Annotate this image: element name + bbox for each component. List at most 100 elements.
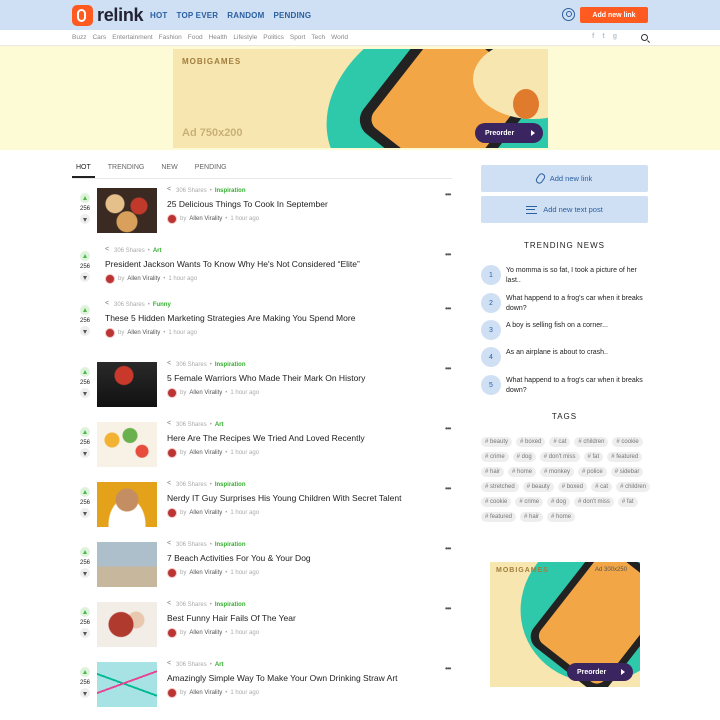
tag-chip[interactable]: # featured — [607, 452, 643, 462]
tag-chip[interactable]: # beauty — [481, 437, 513, 447]
more-options-icon[interactable]: ••• — [445, 304, 451, 313]
trending-item[interactable]: 3 A boy is selling fish on a corner... — [481, 320, 648, 342]
post-item[interactable]: 256306 Shares•ArtAmazingly Simple Way To… — [72, 660, 452, 710]
tag-chip[interactable]: # hair — [481, 467, 505, 477]
downvote-icon[interactable] — [80, 628, 90, 638]
trending-title[interactable]: A boy is selling fish on a corner... — [506, 321, 648, 331]
post-title[interactable]: Nerdy IT Guy Surprises His Young Childre… — [167, 493, 402, 503]
share-icon[interactable] — [167, 600, 173, 608]
tab-hot[interactable]: HOT — [72, 161, 95, 178]
more-options-icon[interactable]: ••• — [445, 544, 451, 553]
trending-title[interactable]: Yo momma is so fat, I took a picture of … — [506, 266, 648, 286]
tag-chip[interactable]: # home — [547, 512, 576, 522]
upvote-icon[interactable] — [80, 251, 90, 261]
category-link[interactable]: Politics — [263, 34, 284, 41]
post-item[interactable]: 256306 Shares•ArtHere Are The Recipes We… — [72, 420, 452, 470]
post-author[interactable]: Allen Virality — [189, 450, 222, 456]
upvote-icon[interactable] — [80, 427, 90, 437]
downvote-icon[interactable] — [80, 326, 90, 336]
post-category[interactable]: Inspiration — [215, 482, 246, 488]
tag-chip[interactable]: # stretched — [481, 482, 519, 492]
avatar[interactable] — [167, 628, 177, 638]
category-link[interactable]: Cars — [92, 34, 106, 41]
post-category[interactable]: Inspiration — [215, 362, 246, 368]
tag-chip[interactable]: # sidebar — [610, 467, 644, 477]
tag-chip[interactable]: # children — [616, 482, 651, 492]
post-thumbnail[interactable] — [97, 542, 157, 587]
category-link[interactable]: Sport — [290, 34, 306, 41]
post-title[interactable]: 5 Female Warriors Who Made Their Mark On… — [167, 373, 365, 383]
post-thumbnail[interactable] — [97, 662, 157, 707]
twitter-icon[interactable]: t — [602, 33, 604, 40]
post-thumbnail[interactable] — [97, 482, 157, 527]
upvote-icon[interactable] — [80, 367, 90, 377]
more-options-icon[interactable]: ••• — [445, 664, 451, 673]
tag-chip[interactable]: # crime — [515, 497, 544, 507]
avatar[interactable] — [167, 388, 177, 398]
share-icon[interactable] — [167, 360, 173, 368]
category-link[interactable]: World — [331, 34, 348, 41]
post-item[interactable]: 256306 Shares•FunnyThese 5 Hidden Market… — [72, 300, 452, 350]
post-author[interactable]: Allen Virality — [127, 276, 160, 282]
downvote-icon[interactable] — [80, 214, 90, 224]
logo[interactable]: relink — [72, 5, 144, 26]
post-category[interactable]: Art — [153, 248, 162, 254]
share-icon[interactable] — [167, 660, 173, 668]
post-category[interactable]: Art — [215, 422, 224, 428]
share-icon[interactable] — [167, 540, 173, 548]
downvote-icon[interactable] — [80, 508, 90, 518]
post-thumbnail[interactable] — [97, 188, 157, 233]
tag-chip[interactable]: # crime — [481, 452, 509, 462]
post-item[interactable]: 256306 Shares•Inspiration7 Beach Activit… — [72, 540, 452, 590]
post-item[interactable]: 256306 Shares•Inspiration25 Delicious Th… — [72, 186, 452, 236]
share-icon[interactable] — [167, 480, 173, 488]
upvote-icon[interactable] — [80, 547, 90, 557]
more-options-icon[interactable]: ••• — [445, 424, 451, 433]
nav-hot[interactable]: HOT — [150, 11, 168, 20]
post-title[interactable]: Best Funny Hair Fails Of The Year — [167, 613, 296, 623]
post-thumbnail[interactable] — [97, 362, 157, 407]
post-author[interactable]: Allen Virality — [189, 510, 222, 516]
preorder-button[interactable]: Preorder — [475, 123, 543, 143]
downvote-icon[interactable] — [80, 688, 90, 698]
tag-chip[interactable]: # police — [578, 467, 607, 477]
tag-chip[interactable]: # cookie — [612, 437, 643, 447]
post-title[interactable]: 25 Delicious Things To Cook In September — [167, 199, 328, 209]
trending-item[interactable]: 5 What happend to a frog's car when it br… — [481, 375, 648, 397]
top-ad-banner[interactable]: MOBIGAMES Ad 750x200 Preorder — [173, 49, 548, 148]
add-new-link-button[interactable]: Add new link — [580, 7, 648, 23]
tag-chip[interactable]: # cat — [591, 482, 613, 492]
sidebar-ad[interactable]: MOBIGAMES Ad 300x250 Preorder — [490, 562, 640, 687]
post-author[interactable]: Allen Virality — [189, 630, 222, 636]
tag-chip[interactable]: # boxed — [557, 482, 588, 492]
avatar[interactable] — [167, 214, 177, 224]
tag-chip[interactable]: # featured — [481, 512, 517, 522]
search-icon[interactable] — [641, 34, 648, 41]
upvote-icon[interactable] — [80, 487, 90, 497]
trending-item[interactable]: 2 What happend to a frog's car when it br… — [481, 293, 648, 315]
nav-random[interactable]: RANDOM — [227, 11, 264, 20]
post-thumbnail[interactable] — [97, 422, 157, 467]
sidebar-add-text-button[interactable]: Add new text post — [481, 196, 648, 223]
more-options-icon[interactable]: ••• — [445, 250, 451, 259]
post-item[interactable]: 256306 Shares•InspirationBest Funny Hair… — [72, 600, 452, 650]
post-author[interactable]: Allen Virality — [189, 570, 222, 576]
trending-item[interactable]: 1 Yo momma is so fat, I took a picture of… — [481, 265, 648, 287]
post-category[interactable]: Funny — [153, 302, 171, 308]
tag-chip[interactable]: # dog — [547, 497, 571, 507]
post-title[interactable]: These 5 Hidden Marketing Strategies Are … — [105, 313, 355, 323]
tab-pending[interactable]: PENDING — [191, 161, 231, 178]
post-author[interactable]: Allen Virality — [189, 690, 222, 696]
user-icon[interactable] — [562, 8, 575, 21]
tag-chip[interactable]: # cat — [549, 437, 571, 447]
category-link[interactable]: Buzz — [72, 34, 86, 41]
tab-new[interactable]: NEW — [157, 161, 181, 178]
tag-chip[interactable]: # beauty — [522, 482, 554, 492]
tag-chip[interactable]: # children — [574, 437, 609, 447]
post-category[interactable]: Inspiration — [215, 602, 246, 608]
tag-chip[interactable]: # fat — [617, 497, 638, 507]
share-icon[interactable] — [167, 186, 173, 194]
more-options-icon[interactable]: ••• — [445, 364, 451, 373]
post-item[interactable]: 256306 Shares•InspirationNerdy IT Guy Su… — [72, 480, 452, 530]
tag-chip[interactable]: # hair — [520, 512, 544, 522]
